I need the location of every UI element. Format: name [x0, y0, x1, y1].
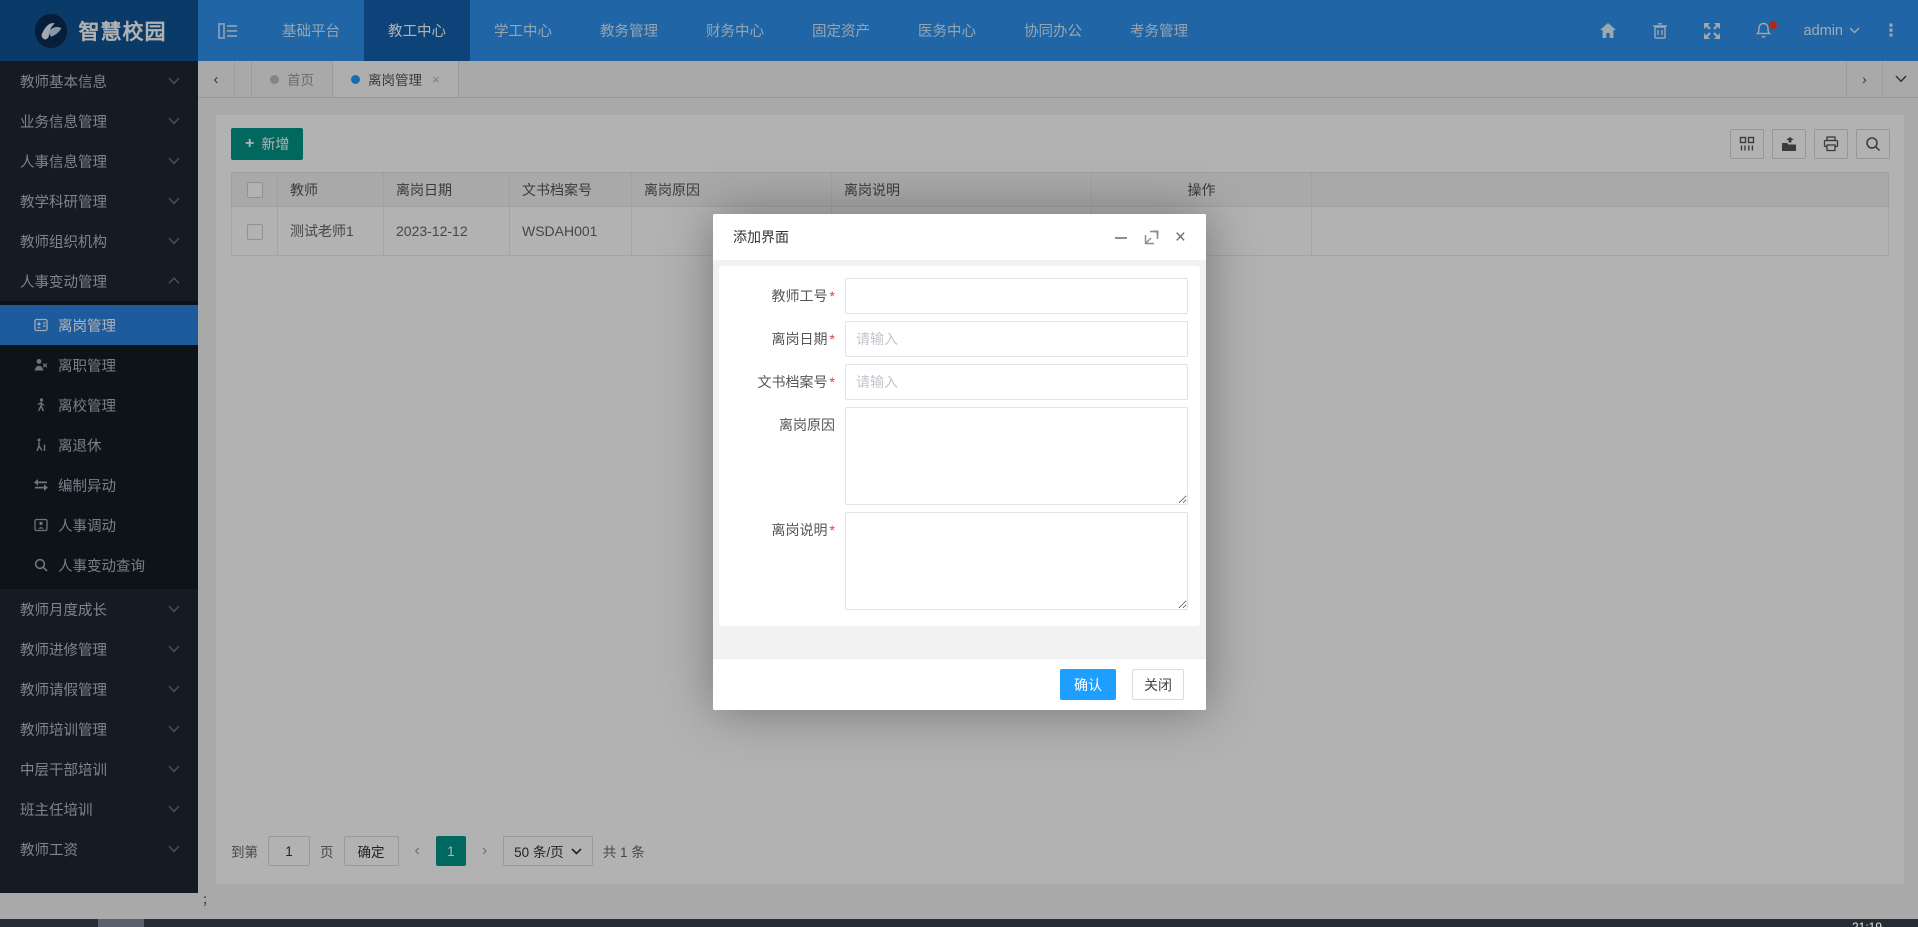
- form-row-teacher-id: 教师工号*: [719, 278, 1188, 314]
- dialog-window-controls: ×: [1114, 228, 1186, 247]
- teacher-id-input[interactable]: [845, 278, 1188, 314]
- form-row-note: 离岗说明*: [719, 512, 1188, 610]
- dialog-footer: 确认 关闭: [713, 658, 1206, 710]
- leave-date-input[interactable]: [845, 321, 1188, 357]
- form-row-doc-no: 文书档案号*: [719, 364, 1188, 400]
- add-record-dialog: 添加界面 × 教师工号* 离岗日期*: [713, 214, 1206, 710]
- required-mark: *: [830, 522, 835, 538]
- required-mark: *: [830, 288, 835, 304]
- close-icon[interactable]: ×: [1175, 228, 1186, 247]
- required-mark: *: [830, 374, 835, 390]
- close-button[interactable]: 关闭: [1132, 669, 1184, 700]
- app-root: 智慧校园 基础平台 教工中心 学工中心 教务管理 财务中心 固定资产 医务中心 …: [0, 0, 1918, 927]
- form-row-reason: 离岗原因: [719, 407, 1188, 505]
- dialog-body: 教师工号* 离岗日期* 文书档案号* 离岗原因 离岗说明*: [713, 260, 1206, 658]
- dialog-form: 教师工号* 离岗日期* 文书档案号* 离岗原因 离岗说明*: [719, 266, 1200, 626]
- maximize-icon[interactable]: [1144, 230, 1159, 245]
- confirm-button[interactable]: 确认: [1060, 669, 1116, 700]
- form-row-leave-date: 离岗日期*: [719, 321, 1188, 357]
- field-label: 文书档案号*: [719, 364, 845, 400]
- field-label: 离岗说明*: [719, 512, 845, 548]
- leave-note-textarea[interactable]: [845, 512, 1188, 610]
- field-label: 离岗日期*: [719, 321, 845, 357]
- taskbar-clock: 21:19: [1852, 920, 1882, 927]
- required-mark: *: [830, 331, 835, 347]
- minimize-icon[interactable]: [1114, 230, 1128, 244]
- taskbar-app-button[interactable]: [98, 919, 144, 927]
- doc-no-input[interactable]: [845, 364, 1188, 400]
- os-taskbar: 21:19: [0, 919, 1918, 927]
- dialog-header: 添加界面 ×: [713, 214, 1206, 260]
- leave-reason-textarea[interactable]: [845, 407, 1188, 505]
- dialog-title: 添加界面: [733, 227, 789, 247]
- field-label: 教师工号*: [719, 278, 845, 314]
- field-label: 离岗原因: [719, 407, 845, 443]
